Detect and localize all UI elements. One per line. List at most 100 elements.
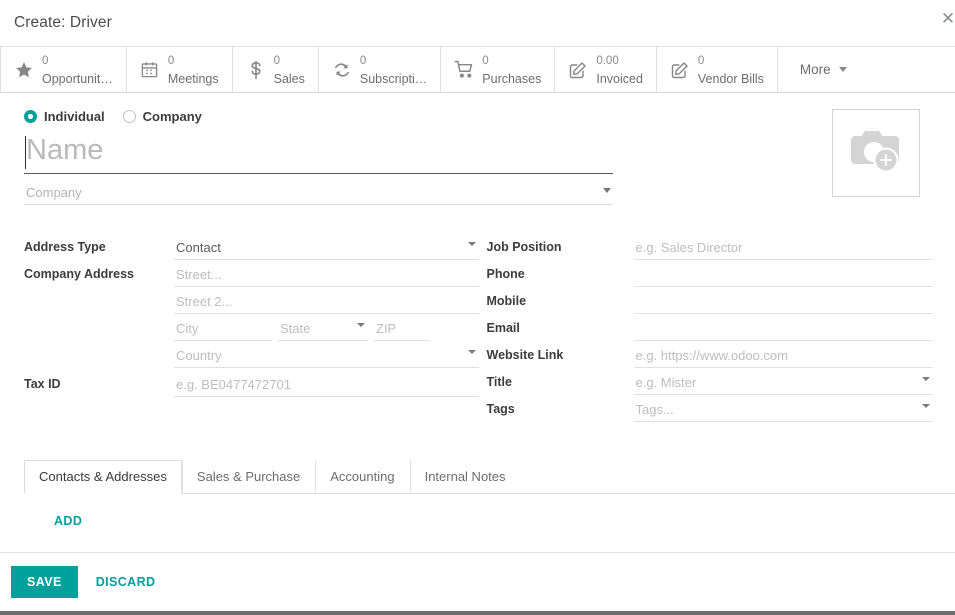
email-input[interactable] <box>633 316 933 341</box>
stat-label: Vendor Bills <box>697 71 764 86</box>
state-select[interactable] <box>278 316 368 341</box>
add-contact-link[interactable]: ADD <box>54 514 82 528</box>
state-cell <box>278 316 368 341</box>
page-title: Create: Driver <box>14 14 112 31</box>
field-control <box>174 262 479 287</box>
stat-label: Subscripti… <box>359 71 428 86</box>
field-control <box>174 316 479 341</box>
field-label: Website Link <box>486 348 564 362</box>
close-icon[interactable]: ✕ <box>939 11 955 29</box>
field-company-address: Company Address <box>24 262 479 289</box>
field-country <box>24 343 479 370</box>
field-email: Email <box>486 316 933 343</box>
stat-button-bar: 0 Opportunit… 0 Meetings 0 Sales 0 Subsc… <box>0 46 955 93</box>
country-select[interactable] <box>174 343 479 368</box>
street-input[interactable] <box>174 262 479 287</box>
stat-button-meetings[interactable]: 0 Meetings <box>126 47 233 92</box>
field-label-spacer <box>24 343 174 348</box>
title-select[interactable] <box>633 370 933 395</box>
stat-button-vendor-bills[interactable]: 0 Vendor Bills <box>656 47 778 92</box>
field-phone: Phone <box>487 262 933 289</box>
city-input[interactable] <box>174 316 272 341</box>
field-control <box>633 397 933 422</box>
field-tags: Tags <box>486 397 933 424</box>
tab-sales-purchase[interactable]: Sales & Purchase <box>181 460 315 494</box>
field-control <box>633 316 933 341</box>
tab-panel-contacts-addresses: ADD <box>24 494 955 546</box>
zip-input[interactable] <box>374 316 430 341</box>
avatar-upload[interactable] <box>832 109 920 197</box>
cart-icon <box>453 59 475 81</box>
tab-accounting[interactable]: Accounting <box>315 460 409 494</box>
field-mobile: Mobile <box>486 289 933 316</box>
field-control <box>633 262 933 287</box>
name-input[interactable] <box>24 133 613 174</box>
address-type-select[interactable] <box>174 235 479 260</box>
text-cursor <box>25 136 26 169</box>
tab-list: Contacts & Addresses Sales & Purchase Ac… <box>24 460 955 494</box>
field-label: Title <box>486 375 512 389</box>
field-label: Mobile <box>486 294 527 308</box>
stat-button-sales[interactable]: 0 Sales <box>232 47 319 92</box>
website-link-input[interactable] <box>633 343 933 368</box>
stat-value: 0 <box>482 55 489 68</box>
field-label: Email <box>486 321 520 335</box>
more-label: More <box>799 62 831 77</box>
stat-label: Sales <box>273 71 305 86</box>
street2-input[interactable] <box>174 289 479 314</box>
radio-company[interactable]: Company <box>122 109 202 124</box>
field-label: Tags <box>486 402 515 416</box>
field-control <box>633 289 933 314</box>
field-label: Job Position <box>486 240 562 254</box>
field-control <box>174 235 479 260</box>
save-button[interactable]: SAVE <box>11 566 78 598</box>
field-street2 <box>24 289 479 316</box>
field-label: Address Type <box>24 240 106 254</box>
discard-button[interactable]: DISCARD <box>92 566 160 598</box>
stat-label: Purchases <box>482 71 542 86</box>
mobile-input[interactable] <box>633 289 933 314</box>
tags-select[interactable] <box>633 397 933 422</box>
stat-value: 0 <box>697 55 705 68</box>
company-input[interactable] <box>24 182 613 205</box>
field-job-position: Job Position <box>486 235 933 262</box>
radio-individual-label: Individual <box>44 109 105 124</box>
phone-input[interactable] <box>633 262 933 287</box>
stat-value: 0 <box>42 55 49 68</box>
city-cell <box>174 316 272 341</box>
stat-button-opportunities[interactable]: 0 Opportunit… <box>0 47 127 92</box>
field-label-spacer <box>24 316 174 321</box>
dialog-footer: SAVE DISCARD <box>0 552 955 598</box>
star-icon <box>13 59 35 81</box>
stat-button-invoiced[interactable]: 0.00 Invoiced <box>555 47 657 92</box>
field-control <box>174 343 479 368</box>
more-stat-buttons-dropdown[interactable]: More <box>777 47 869 92</box>
field-control <box>174 372 479 397</box>
radio-individual[interactable]: Individual <box>24 109 105 124</box>
field-city-state-zip <box>24 316 479 343</box>
notebook: Contacts & Addresses Sales & Purchase Ac… <box>0 460 955 546</box>
field-website-link: Website Link <box>486 343 933 370</box>
radio-individual-dot <box>24 110 37 123</box>
stat-value: 0 <box>273 55 281 68</box>
field-label: Tax ID <box>24 377 61 391</box>
stat-label: Opportunit… <box>42 71 113 86</box>
name-field-wrapper <box>24 133 613 174</box>
company-field-wrapper <box>24 182 613 205</box>
stat-button-purchases[interactable]: 0 Purchases <box>441 47 556 92</box>
stat-label: Invoiced <box>596 71 643 86</box>
field-label: Company Address <box>24 267 134 281</box>
field-label-spacer <box>24 289 174 294</box>
stat-value: 0 <box>359 55 367 68</box>
stat-button-subscriptions[interactable]: 0 Subscripti… <box>318 47 442 92</box>
pencil-square-icon <box>567 59 589 81</box>
stat-value: 0 <box>167 55 175 68</box>
tab-contacts-addresses[interactable]: Contacts & Addresses <box>24 460 182 494</box>
tax-id-input[interactable] <box>174 372 479 397</box>
job-position-input[interactable] <box>633 235 933 260</box>
form-column-left: Address Type Company Address <box>24 235 479 424</box>
window-bottom-edge <box>0 611 955 615</box>
dollar-icon <box>245 59 267 81</box>
calendar-icon <box>139 59 161 81</box>
tab-internal-notes[interactable]: Internal Notes <box>409 460 521 494</box>
